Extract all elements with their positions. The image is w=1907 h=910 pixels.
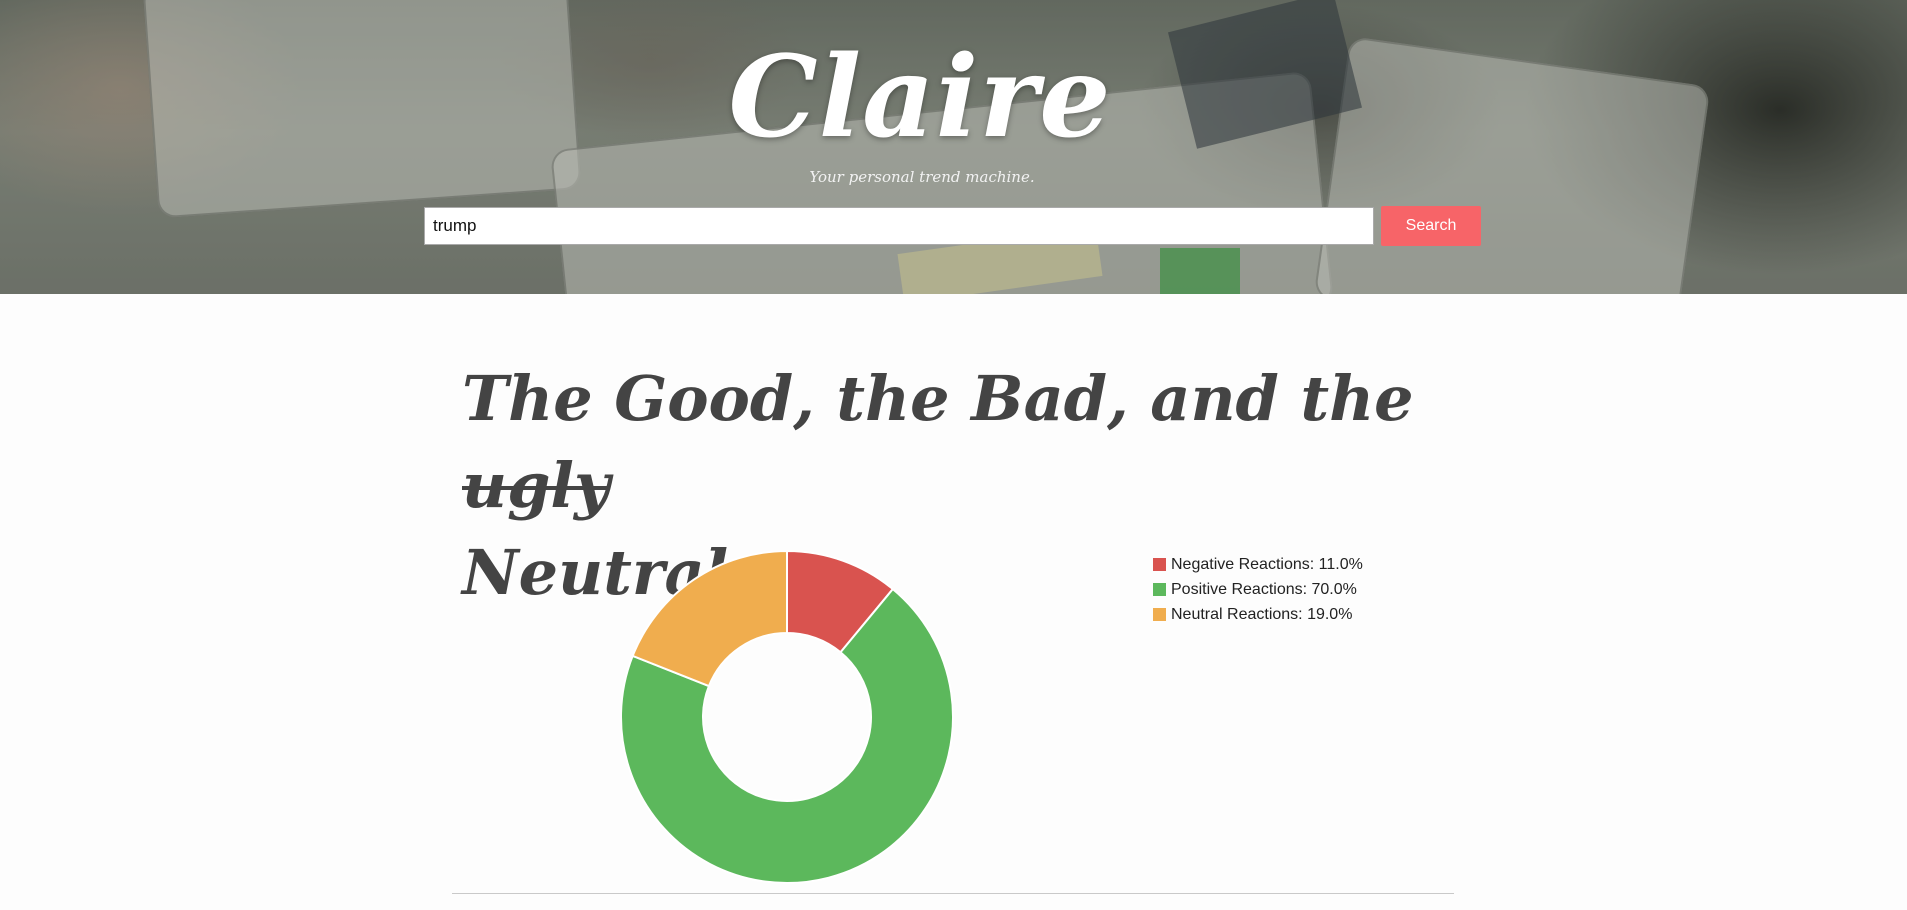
donut-chart [620,549,954,884]
sentiment-chart [600,540,980,900]
slice-neutral-reactions[interactable] [631,549,788,688]
legend-item: Neutral Reactions: 19.0% [1153,602,1363,627]
title-part-1: The Good, the Bad, and the [462,362,1414,435]
site-logo[interactable]: Claire [0,42,1840,154]
legend-swatch [1153,608,1166,621]
search-button[interactable]: Search [1381,206,1481,246]
tagline: Your personal trend machine. [809,168,1035,186]
search-input[interactable] [424,207,1374,245]
legend-label: Neutral Reactions: 19.0% [1171,605,1353,623]
title-struck-word: ugly [462,449,611,522]
legend-label: Negative Reactions: 11.0% [1171,555,1363,573]
chart-legend: Negative Reactions: 11.0% Positive Reacti… [1153,552,1363,627]
legend-swatch [1153,583,1166,596]
legend-item: Negative Reactions: 11.0% [1153,552,1363,577]
legend-swatch [1153,558,1166,571]
legend-item: Positive Reactions: 70.0% [1153,577,1363,602]
divider [452,893,1454,894]
hero-banner: Claire Your personal trend machine. Sear… [0,0,1907,294]
legend-label: Positive Reactions: 70.0% [1171,580,1357,598]
